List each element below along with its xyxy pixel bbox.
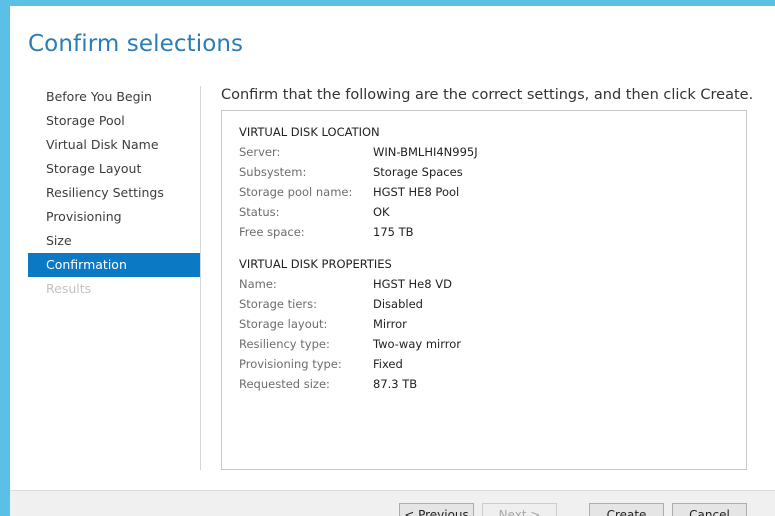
row-value: HGST He8 VD bbox=[373, 277, 452, 291]
row-label: Provisioning type: bbox=[239, 357, 342, 371]
row-value: 87.3 TB bbox=[373, 377, 418, 391]
summary-row: Requested size: 87.3 TB bbox=[239, 374, 417, 394]
summary-row: Status: OK bbox=[239, 202, 390, 222]
virtual-disk-properties-section: VIRTUAL DISK PROPERTIES Name: HGST He8 V… bbox=[239, 254, 461, 394]
summary-row: Provisioning type: Fixed bbox=[239, 354, 403, 374]
row-value: Mirror bbox=[373, 317, 407, 331]
row-label: Storage pool name: bbox=[239, 185, 353, 199]
wizard-window: Confirm selections Before You Begin Stor… bbox=[10, 6, 775, 516]
section-header: VIRTUAL DISK PROPERTIES bbox=[239, 257, 392, 271]
section-header: VIRTUAL DISK LOCATION bbox=[239, 125, 380, 139]
settings-summary-panel: VIRTUAL DISK LOCATION Server: WIN-BMLHI4… bbox=[221, 110, 747, 470]
page-title: Confirm selections bbox=[28, 31, 244, 57]
row-value: Two-way mirror bbox=[373, 337, 462, 351]
row-value: Fixed bbox=[373, 357, 403, 371]
row-label: Storage tiers: bbox=[239, 297, 318, 311]
summary-row: Server: WIN-BMLHI4N995J bbox=[239, 142, 478, 162]
previous-button[interactable]: < Previous bbox=[399, 503, 474, 516]
nav-item-before-you-begin[interactable]: Before You Begin bbox=[28, 85, 200, 109]
row-label: Server: bbox=[239, 145, 281, 159]
summary-row: Free space: 175 TB bbox=[239, 222, 414, 242]
row-label: Subsystem: bbox=[239, 165, 307, 179]
summary-row: Name: HGST He8 VD bbox=[239, 274, 452, 294]
summary-row: Subsystem: Storage Spaces bbox=[239, 162, 463, 182]
create-button[interactable]: Create bbox=[589, 503, 664, 516]
row-label: Resiliency type: bbox=[239, 337, 330, 351]
row-value: WIN-BMLHI4N995J bbox=[373, 145, 478, 159]
nav-item-storage-layout[interactable]: Storage Layout bbox=[28, 157, 200, 181]
nav-item-provisioning[interactable]: Provisioning bbox=[28, 205, 200, 229]
row-label: Requested size: bbox=[239, 377, 330, 391]
row-value: Disabled bbox=[373, 297, 423, 311]
row-value: OK bbox=[373, 205, 390, 219]
summary-row: Storage tiers: Disabled bbox=[239, 294, 423, 314]
nav-item-confirmation[interactable]: Confirmation bbox=[28, 253, 200, 277]
next-button: Next > bbox=[482, 503, 557, 516]
row-value: HGST HE8 Pool bbox=[373, 185, 460, 199]
nav-item-size[interactable]: Size bbox=[28, 229, 200, 253]
wizard-nav: Before You Begin Storage Pool Virtual Di… bbox=[28, 85, 200, 301]
row-value: 175 TB bbox=[373, 225, 414, 239]
summary-row: Storage layout: Mirror bbox=[239, 314, 407, 334]
nav-divider bbox=[200, 86, 201, 470]
virtual-disk-location-section: VIRTUAL DISK LOCATION Server: WIN-BMLHI4… bbox=[239, 122, 478, 242]
nav-item-virtual-disk-name[interactable]: Virtual Disk Name bbox=[28, 133, 200, 157]
row-label: Free space: bbox=[239, 225, 305, 239]
nav-item-storage-pool[interactable]: Storage Pool bbox=[28, 109, 200, 133]
summary-row: Storage pool name: HGST HE8 Pool bbox=[239, 182, 459, 202]
row-label: Storage layout: bbox=[239, 317, 328, 331]
row-label: Status: bbox=[239, 205, 280, 219]
summary-row: Resiliency type: Two-way mirror bbox=[239, 334, 461, 354]
row-value: Storage Spaces bbox=[373, 165, 463, 179]
row-label: Name: bbox=[239, 277, 277, 291]
instruction-text: Confirm that the following are the corre… bbox=[221, 87, 754, 103]
nav-item-resiliency-settings[interactable]: Resiliency Settings bbox=[28, 181, 200, 205]
cancel-button[interactable]: Cancel bbox=[672, 503, 747, 516]
wizard-footer: < Previous Next > Create Cancel bbox=[10, 490, 775, 516]
nav-item-results: Results bbox=[46, 281, 92, 296]
